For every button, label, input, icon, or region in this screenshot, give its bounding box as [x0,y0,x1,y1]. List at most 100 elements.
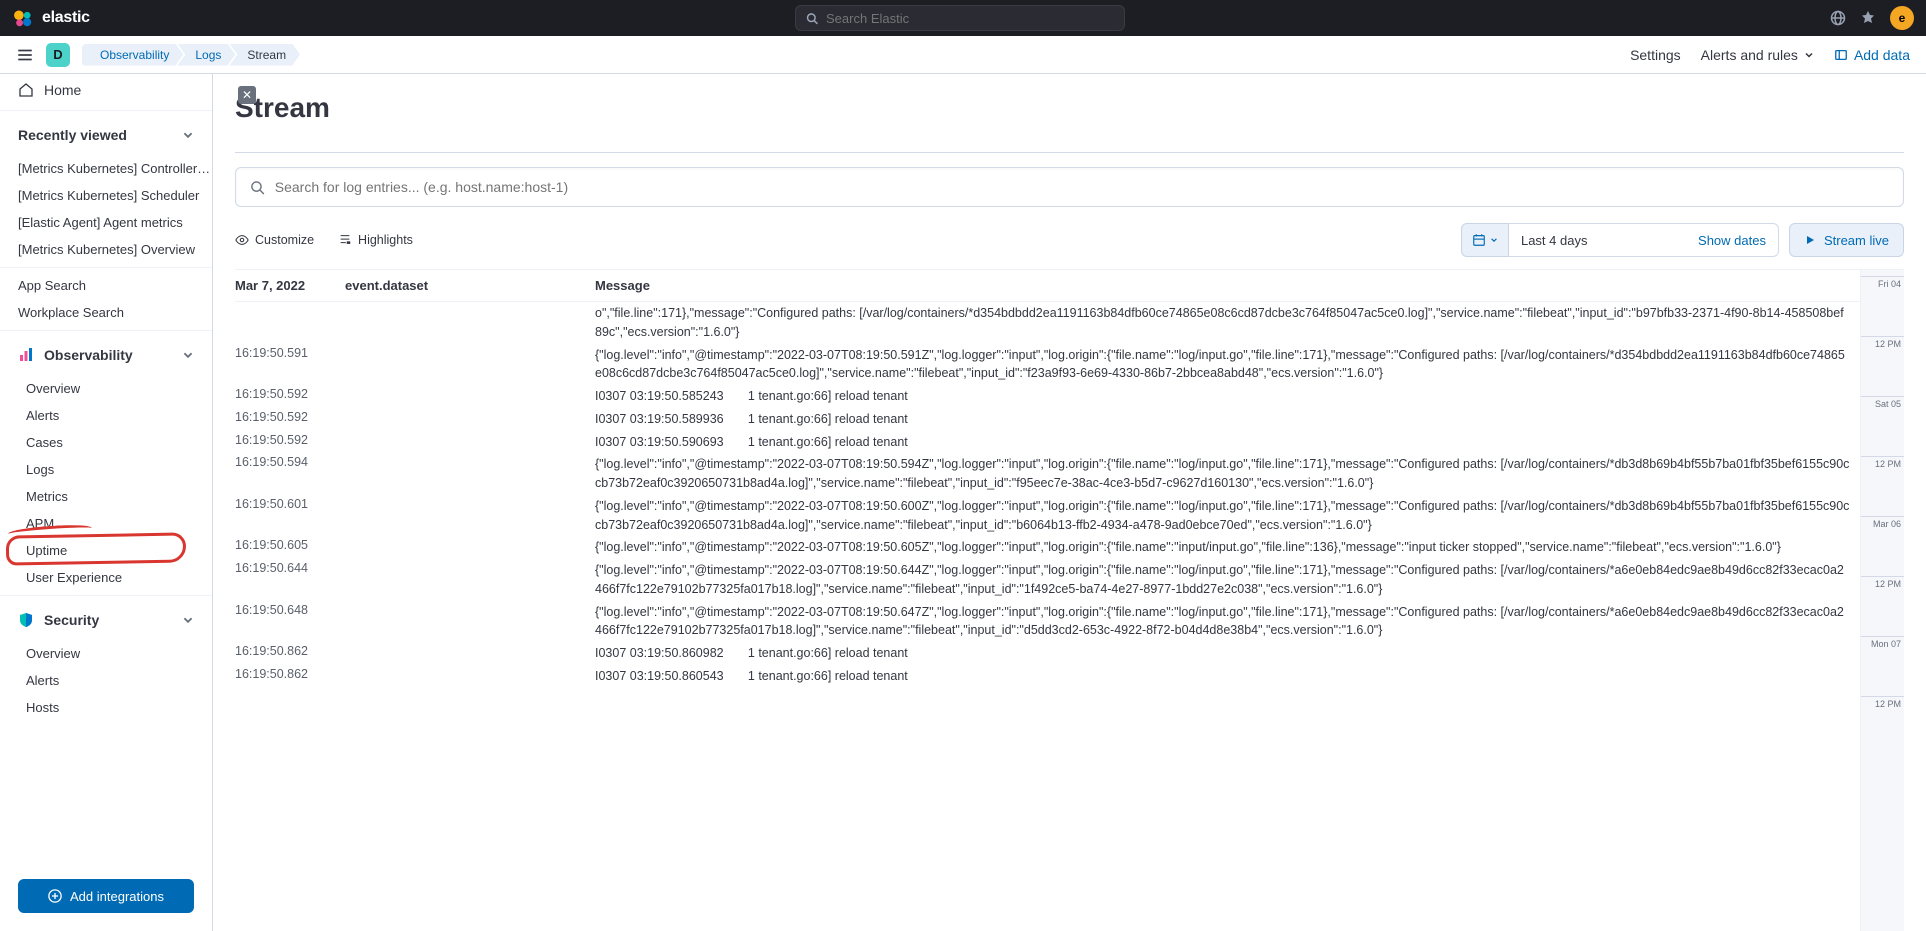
log-message: {"log.level":"info","@timestamp":"2022-0… [595,538,1860,557]
breadcrumbs: Observability Logs Stream [82,44,300,66]
user-avatar[interactable]: e [1890,6,1914,30]
log-dataset [345,304,595,342]
recent-item[interactable]: [Metrics Kubernetes] Controller… [0,155,212,182]
divider [0,330,212,331]
elastic-logo[interactable]: elastic [12,7,90,29]
log-minimap[interactable]: Fri 04 12 PM Sat 05 12 PM Mar 06 12 PM M… [1860,270,1904,931]
minimap-tick: 12 PM [1861,576,1904,636]
sidebar-home[interactable]: Home [0,74,212,106]
highlight-icon [338,233,352,247]
settings-link[interactable]: Settings [1630,47,1681,63]
space-selector[interactable]: D [46,43,70,67]
divider [235,152,1904,153]
show-dates-link[interactable]: Show dates [1698,233,1766,248]
log-row[interactable]: 16:19:50.648{"log.level":"info","@timest… [235,601,1860,643]
log-message: I0307 03:19:50.589936 1 tenant.go:66] re… [595,410,1860,429]
app-header: D Observability Logs Stream Settings Ale… [0,36,1926,74]
alerts-rules-link[interactable]: Alerts and rules [1701,47,1814,63]
highlights-button[interactable]: Highlights [338,233,413,247]
sidebar-scroll[interactable]: Home Recently viewed [Metrics Kubernetes… [0,74,212,867]
log-dataset [345,603,595,641]
sidebar-home-label: Home [44,82,81,98]
stream-live-button[interactable]: Stream live [1789,223,1904,257]
log-row[interactable]: 16:19:50.601{"log.level":"info","@timest… [235,495,1860,537]
sidebar-obs-logs[interactable]: Logs [0,456,212,483]
top-search-wrap [90,5,1830,31]
sidebar-sec-hosts[interactable]: Hosts [0,694,212,721]
log-dataset [345,387,595,406]
date-quick-button[interactable] [1461,223,1509,257]
sidebar-recently-viewed[interactable]: Recently viewed [0,115,212,155]
sidebar: Home Recently viewed [Metrics Kubernetes… [0,74,213,931]
sidebar-sec-overview[interactable]: Overview [0,640,212,667]
header-left: D Observability Logs Stream [16,43,300,67]
log-row[interactable]: 16:19:50.594{"log.level":"info","@timest… [235,453,1860,495]
sidebar-app-search[interactable]: App Search [0,272,212,299]
log-dataset [345,410,595,429]
chevron-down-icon [182,349,194,361]
log-row[interactable]: 16:19:50.862I0307 03:19:50.860982 1 tena… [235,642,1860,665]
recently-viewed-label: Recently viewed [18,127,127,143]
customize-label: Customize [255,233,314,247]
add-integrations-button[interactable]: Add integrations [18,879,194,913]
log-timestamp: 16:19:50.594 [235,455,345,493]
log-table[interactable]: Mar 7, 2022 event.dataset Message o","fi… [235,270,1860,931]
customize-button[interactable]: Customize [235,233,314,247]
nav-toggle-icon[interactable] [16,46,34,64]
log-message: {"log.level":"info","@timestamp":"2022-0… [595,561,1860,599]
recent-item[interactable]: [Metrics Kubernetes] Scheduler [0,182,212,209]
log-row[interactable]: 16:19:50.605{"log.level":"info","@timest… [235,536,1860,559]
global-search-input[interactable] [826,11,1114,26]
header-right: Settings Alerts and rules Add data [1630,47,1910,63]
close-chip[interactable]: ✕ [238,86,256,104]
sidebar-obs-uptime[interactable]: Uptime [0,537,212,564]
date-range-display[interactable]: Last 4 days Show dates [1509,223,1779,257]
recent-item[interactable]: [Metrics Kubernetes] Overview [0,236,212,263]
divider [0,595,212,596]
sidebar-obs-metrics[interactable]: Metrics [0,483,212,510]
sidebar-obs-user-experience[interactable]: User Experience [0,564,212,591]
recent-item[interactable]: [Elastic Agent] Agent metrics [0,209,212,236]
log-row[interactable]: o","file.line":171},"message":"Configure… [235,302,1860,344]
sidebar-footer: Add integrations [0,867,212,931]
sidebar-obs-overview[interactable]: Overview [0,375,212,402]
toolbar: Customize Highlights Last 4 da [235,223,1904,257]
breadcrumb-observability[interactable]: Observability [82,44,183,66]
eye-icon [235,233,249,247]
log-table-header: Mar 7, 2022 event.dataset Message [235,270,1860,302]
log-search-input[interactable] [275,179,1889,195]
sidebar-observability[interactable]: Observability [0,335,212,375]
log-timestamp: 16:19:50.592 [235,387,345,406]
globe-icon[interactable] [1830,10,1846,26]
add-data-link[interactable]: Add data [1834,47,1910,63]
log-dataset [345,538,595,557]
log-timestamp: 16:19:50.862 [235,667,345,686]
log-row[interactable]: 16:19:50.592I0307 03:19:50.589936 1 tena… [235,408,1860,431]
breadcrumb-stream: Stream [229,44,300,66]
log-row[interactable]: 16:19:50.644{"log.level":"info","@timest… [235,559,1860,601]
sidebar-obs-apm[interactable]: APM [0,510,212,537]
log-row[interactable]: 16:19:50.862I0307 03:19:50.860543 1 tena… [235,665,1860,688]
log-row[interactable]: 16:19:50.591{"log.level":"info","@timest… [235,344,1860,386]
sidebar-workplace-search[interactable]: Workplace Search [0,299,212,326]
log-timestamp: 16:19:50.862 [235,644,345,663]
sidebar-security[interactable]: Security [0,600,212,640]
log-row[interactable]: 16:19:50.592I0307 03:19:50.590693 1 tena… [235,431,1860,454]
newsfeed-icon[interactable] [1860,10,1876,26]
observability-label: Observability [44,347,133,363]
sidebar-obs-alerts[interactable]: Alerts [0,402,212,429]
log-row[interactable]: 16:19:50.592 I0307 03:19:50.585243 1 tena… [235,385,1860,408]
sidebar-obs-cases[interactable]: Cases [0,429,212,456]
minimap-tick: Sat 05 [1861,396,1904,456]
breadcrumb-logs[interactable]: Logs [177,44,235,66]
global-search[interactable] [795,5,1125,31]
log-message: I0307 03:19:50.585243 1 tenant.go:66] re… [595,387,1860,406]
calendar-icon [1472,233,1486,247]
global-topbar: elastic e [0,0,1926,36]
main-area: Stream Customize Highlights [213,74,1926,931]
log-rows: o","file.line":171},"message":"Configure… [235,302,1860,688]
sidebar-sec-alerts[interactable]: Alerts [0,667,212,694]
log-message: o","file.line":171},"message":"Configure… [595,304,1860,342]
toolbar-right: Last 4 days Show dates Stream live [1461,223,1904,257]
log-search-bar[interactable] [235,167,1904,207]
